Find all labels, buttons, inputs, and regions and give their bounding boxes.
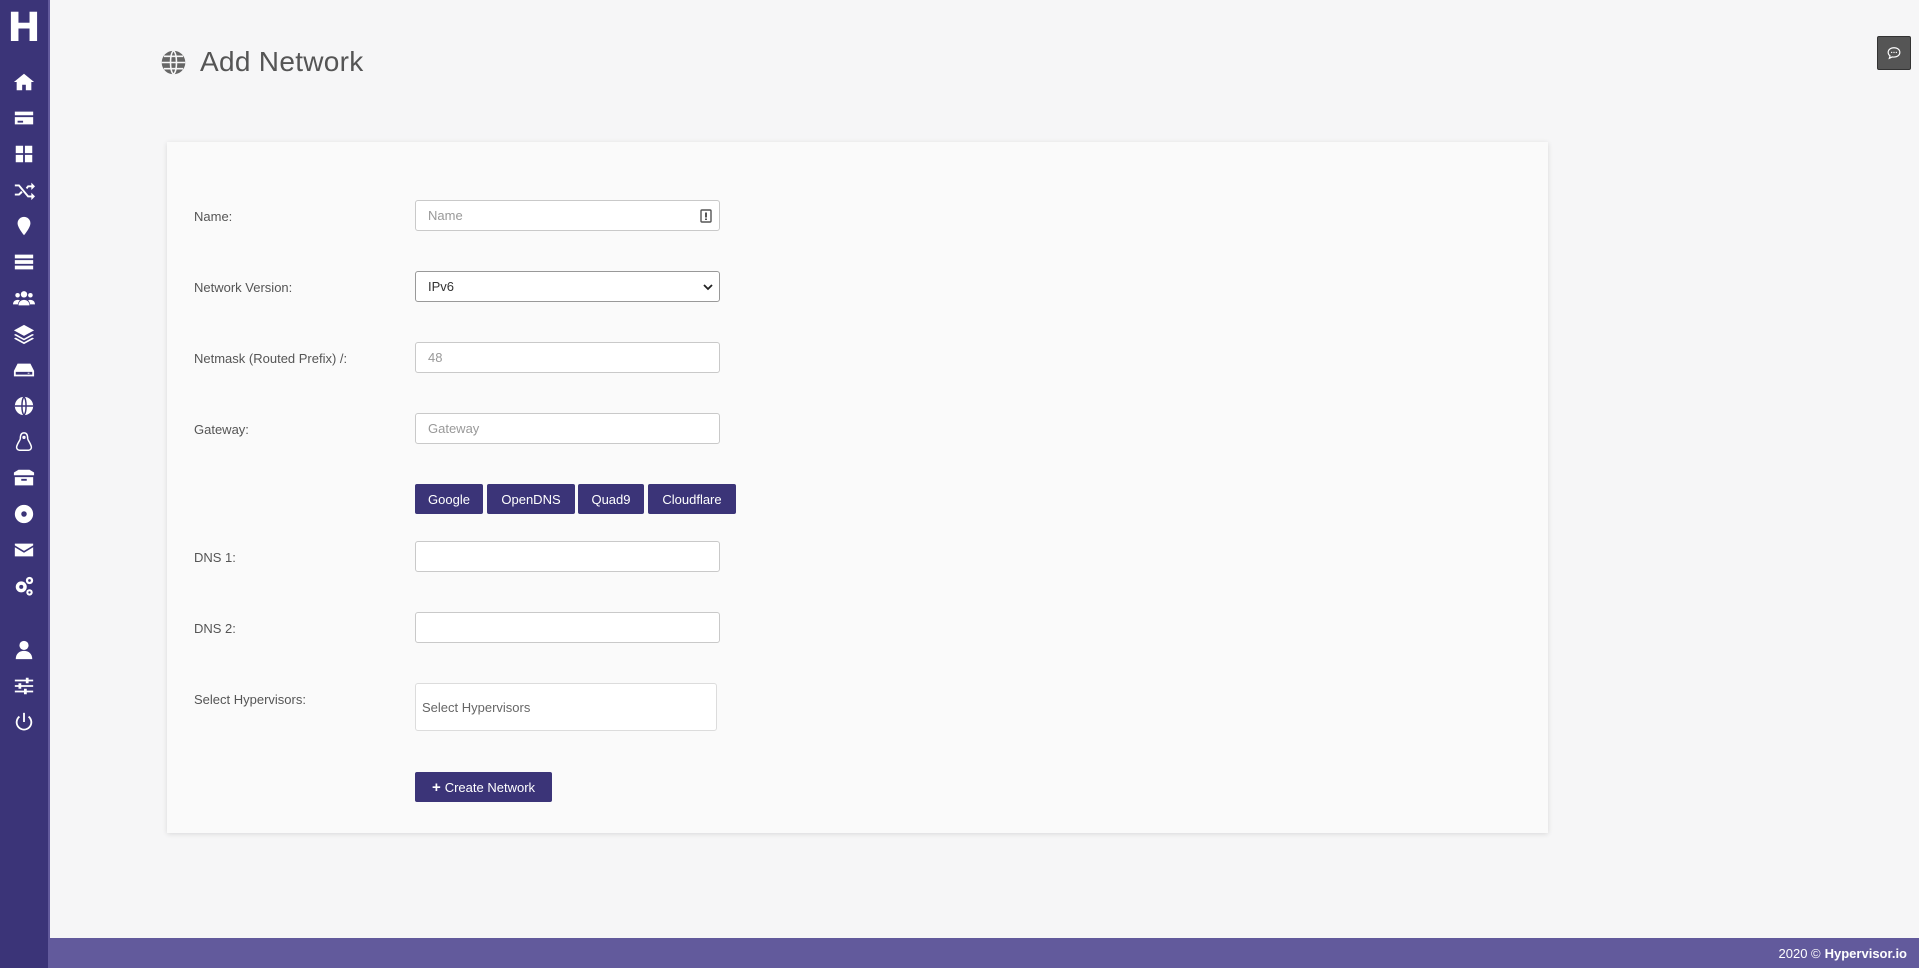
- sidebar-item-billing[interactable]: [10, 104, 38, 132]
- netmask-placeholder: 48: [428, 350, 443, 365]
- chevron-down-icon: [703, 284, 713, 291]
- netmask-label: Netmask (Routed Prefix) /:: [194, 351, 348, 366]
- sidebar-item-settings[interactable]: [10, 572, 38, 600]
- dns-opendns-button[interactable]: OpenDNS: [487, 484, 575, 514]
- globe-icon: [161, 49, 186, 75]
- netmask-input[interactable]: 48: [415, 342, 720, 373]
- dns1-label: DNS 1:: [194, 550, 236, 565]
- version-label: Network Version:: [194, 280, 293, 295]
- name-input[interactable]: Name: [415, 200, 720, 231]
- layers-icon: [13, 324, 35, 345]
- footer-year: 2020 ©: [1778, 945, 1821, 961]
- map-pin-icon: [17, 216, 31, 236]
- linux-icon: [15, 432, 33, 451]
- name-label: Name:: [194, 209, 233, 224]
- sidebar-item-packages[interactable]: [10, 464, 38, 492]
- hypervisors-placeholder: Select Hypervisors: [422, 699, 531, 715]
- sidebar-item-routing[interactable]: [10, 176, 38, 204]
- globe-icon: [14, 396, 34, 416]
- sidebar-item-dashboard[interactable]: [10, 140, 38, 168]
- cogs-icon: [15, 576, 34, 596]
- credit-card-icon: [14, 111, 34, 125]
- users-icon: [13, 291, 35, 306]
- sidebar-item-locations[interactable]: [10, 212, 38, 240]
- version-value: IPv6: [428, 279, 455, 294]
- sidebar-item-users[interactable]: [10, 284, 38, 312]
- hypervisors-multiselect[interactable]: Select Hypervisors: [415, 683, 717, 731]
- sidebar: H: [0, 0, 50, 968]
- sidebar-item-os[interactable]: [10, 428, 38, 456]
- chat-button[interactable]: [1877, 36, 1911, 70]
- power-icon: [15, 712, 33, 731]
- envelope-icon: [14, 543, 34, 557]
- gateway-label: Gateway:: [194, 422, 249, 437]
- name-placeholder: Name: [428, 208, 463, 223]
- dns-quad9-button[interactable]: Quad9: [578, 484, 644, 514]
- sliders-icon: [14, 677, 34, 695]
- gateway-placeholder: Gateway: [428, 421, 480, 436]
- dns1-input[interactable]: [415, 541, 720, 572]
- user-icon: [15, 640, 33, 660]
- sidebar-item-preferences[interactable]: [10, 672, 38, 700]
- sidebar-item-logout[interactable]: [10, 708, 38, 736]
- dns2-input[interactable]: [415, 612, 720, 643]
- sidebar-item-profile[interactable]: [10, 636, 38, 664]
- id-card-icon: [700, 209, 712, 223]
- sidebar-item-media[interactable]: [10, 500, 38, 528]
- plus-icon: +: [431, 778, 441, 796]
- disc-icon: [14, 504, 34, 524]
- dns-google-button[interactable]: Google: [415, 484, 483, 514]
- footer: 2020 © Hypervisor.io: [50, 938, 1919, 968]
- server-icon: [14, 254, 34, 270]
- footer-brand[interactable]: Hypervisor.io: [1825, 946, 1907, 961]
- chat-bubble-icon: [1887, 47, 1901, 60]
- sidebar-item-networks[interactable]: [10, 392, 38, 420]
- dashboard-grid-icon: [15, 145, 33, 163]
- page-title: Add Network: [200, 46, 364, 77]
- dns-cloudflare-button[interactable]: Cloudflare: [648, 484, 736, 514]
- home-icon: [13, 73, 35, 91]
- dns2-label: DNS 2:: [194, 621, 236, 636]
- sidebar-item-storage[interactable]: [10, 356, 38, 384]
- hypervisors-label: Select Hypervisors:: [194, 692, 306, 707]
- hard-drive-icon: [13, 363, 35, 377]
- sidebar-item-home[interactable]: [10, 68, 38, 96]
- create-network-button[interactable]: + Create Network: [415, 772, 552, 802]
- create-network-label: Create Network: [444, 779, 536, 795]
- page-header: Add Network: [160, 46, 364, 78]
- sidebar-item-mail[interactable]: [10, 536, 38, 564]
- sidebar-item-servers[interactable]: [10, 248, 38, 276]
- network-version-select[interactable]: IPv6: [415, 271, 720, 302]
- add-network-form: Name: Name Network Version: IPv6 Netmask…: [167, 142, 1548, 833]
- boxes-icon: [13, 469, 35, 486]
- shuffle-icon: [14, 182, 35, 201]
- sidebar-item-templates[interactable]: [10, 320, 38, 348]
- gateway-input[interactable]: Gateway: [415, 413, 720, 444]
- logo[interactable]: H: [0, 0, 48, 56]
